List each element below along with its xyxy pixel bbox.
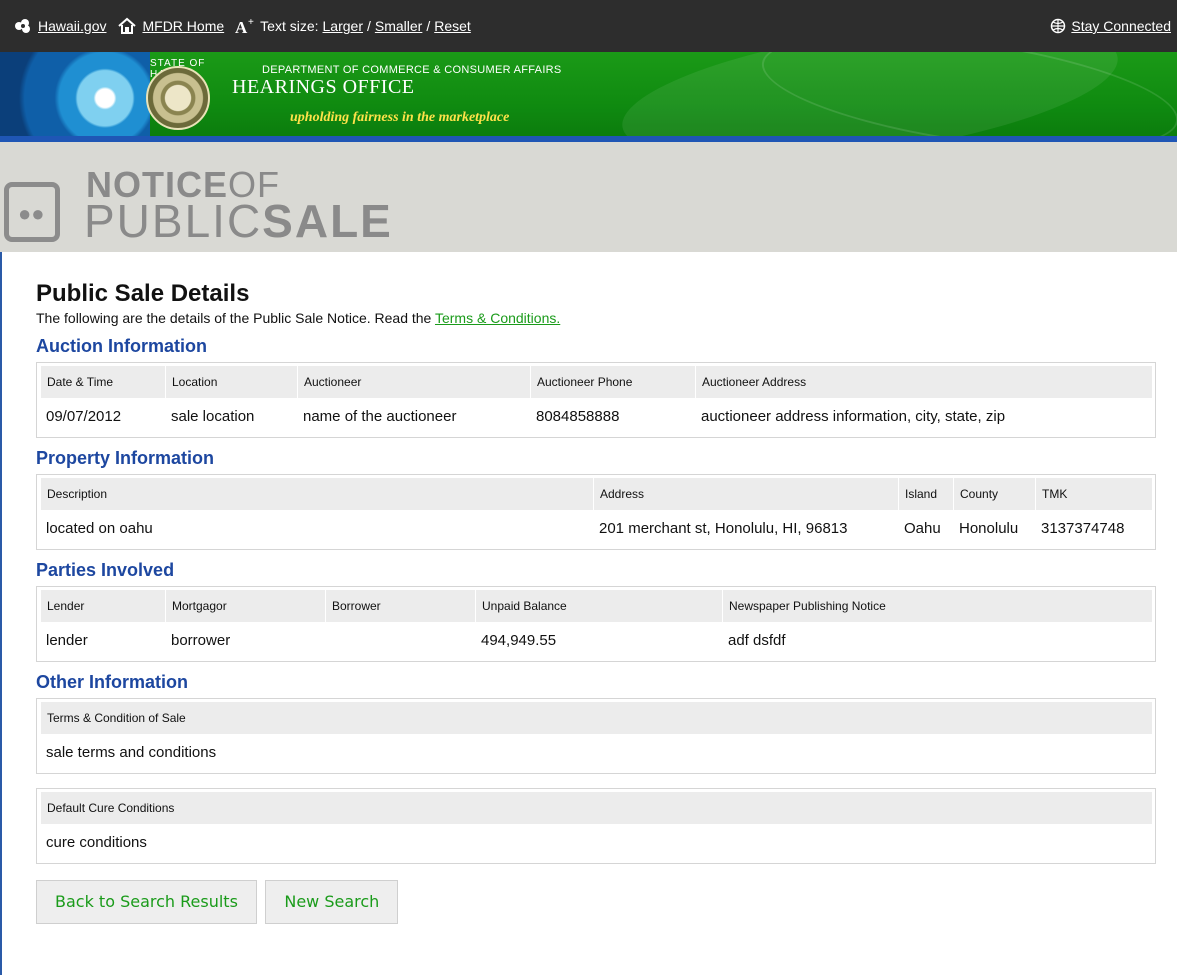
globe-icon bbox=[1049, 17, 1067, 35]
table-header-row: Date & Time Location Auctioneer Auctione… bbox=[40, 366, 1152, 398]
page-title: Public Sale Details bbox=[36, 280, 250, 307]
cure-conditions-table: Default Cure Conditions cure conditions bbox=[36, 788, 1156, 864]
department-name: DEPARTMENT OF COMMERCE & CONSUMER AFFAIR… bbox=[262, 64, 562, 76]
parties-involved-title: Parties Involved bbox=[36, 560, 175, 580]
table-cell: located on oahu bbox=[46, 519, 153, 537]
table-row: lender borrower 494,949.55 adf dsfdf bbox=[40, 622, 1152, 658]
text-size-controls: A + Text size: Larger / Smaller / Reset bbox=[234, 17, 471, 35]
table-cell: 09/07/2012 bbox=[46, 407, 122, 425]
terms-of-sale-table: Terms & Condition of Sale sale terms and… bbox=[36, 698, 1156, 774]
auction-info-table: Date & Time Location Auctioneer Auctione… bbox=[36, 362, 1156, 438]
column-header: Location bbox=[165, 366, 297, 398]
hawaii-gov-item: Hawaii.gov bbox=[12, 17, 106, 35]
home-item: MFDR Home bbox=[116, 17, 224, 35]
home-icon bbox=[116, 17, 138, 35]
column-header: Auctioneer bbox=[297, 366, 530, 398]
table-cell: 8084858888 bbox=[536, 407, 620, 425]
separator: / bbox=[366, 18, 371, 34]
new-search-button[interactable]: New Search bbox=[265, 880, 399, 924]
column-header: Unpaid Balance bbox=[475, 590, 722, 622]
main-content: Public Sale Details The following are th… bbox=[36, 280, 1156, 924]
column-header: Island bbox=[898, 478, 953, 510]
seal-icon bbox=[146, 66, 210, 130]
column-header: Borrower bbox=[325, 590, 475, 622]
column-header: TMK bbox=[1035, 478, 1152, 510]
table-cell: Oahu bbox=[904, 519, 941, 537]
table-row: located on oahu 201 merchant st, Honolul… bbox=[40, 510, 1152, 546]
table-header-row: Terms & Condition of Sale bbox=[40, 702, 1152, 734]
state-seal: STATE OF HAWAII bbox=[140, 58, 230, 134]
flower-icon bbox=[12, 17, 34, 35]
table-cell: borrower bbox=[171, 631, 231, 649]
column-header: Default Cure Conditions bbox=[40, 792, 1152, 824]
table-header-row: Description Address Island County TMK bbox=[40, 478, 1152, 510]
table-cell: 494,949.55 bbox=[481, 631, 557, 649]
table-header-row: Lender Mortgagor Borrower Unpaid Balance… bbox=[40, 590, 1152, 622]
stay-connected-link[interactable]: Stay Connected bbox=[1071, 18, 1171, 34]
table-cell: sale terms and conditions bbox=[46, 743, 217, 761]
auction-info-title: Auction Information bbox=[36, 336, 207, 356]
column-header: Terms & Condition of Sale bbox=[40, 702, 1152, 734]
property-info-table: Description Address Island County TMK lo… bbox=[36, 474, 1156, 550]
table-row: sale terms and conditions bbox=[40, 734, 1152, 770]
top-utility-bar: Hawaii.gov MFDR Home A + Text size: Large… bbox=[0, 0, 1177, 52]
stay-connected-item: Stay Connected bbox=[1049, 0, 1171, 52]
action-buttons: Back to Search Results New Search bbox=[36, 880, 1156, 924]
column-header: Auctioneer Address bbox=[695, 366, 1152, 398]
table-row: cure conditions bbox=[40, 824, 1152, 860]
hawaii-gov-link[interactable]: Hawaii.gov bbox=[38, 18, 106, 34]
text-size-icon: A + bbox=[234, 17, 256, 35]
wave-image bbox=[0, 52, 150, 136]
mfdr-home-link[interactable]: MFDR Home bbox=[142, 18, 224, 34]
document-people-icon: ●● bbox=[4, 182, 60, 242]
office-title: HEARINGS OFFICE bbox=[232, 76, 415, 98]
svg-text:+: + bbox=[248, 17, 254, 28]
column-header: Date & Time bbox=[40, 366, 165, 398]
people-icon: ●● bbox=[18, 201, 45, 226]
hearings-office-banner: STATE OF HAWAII DEPARTMENT OF COMMERCE &… bbox=[0, 52, 1177, 142]
table-row: 09/07/2012 sale location name of the auc… bbox=[40, 398, 1152, 434]
notice-of-public-sale-header: ●● NOTICEOF PUBLICSALE bbox=[0, 142, 1177, 252]
table-cell: Honolulu bbox=[959, 519, 1019, 537]
table-cell: name of the auctioneer bbox=[303, 407, 457, 425]
text-reset-link[interactable]: Reset bbox=[434, 18, 471, 34]
table-cell: lender bbox=[46, 631, 88, 649]
property-info-title: Property Information bbox=[36, 448, 215, 468]
table-header-row: Default Cure Conditions bbox=[40, 792, 1152, 824]
table-cell: auctioneer address information, city, st… bbox=[701, 407, 1006, 425]
svg-text:A: A bbox=[235, 18, 248, 35]
separator: / bbox=[426, 18, 431, 34]
table-cell: sale location bbox=[171, 407, 255, 425]
back-to-search-results-button[interactable]: Back to Search Results bbox=[36, 880, 257, 924]
text-smaller-link[interactable]: Smaller bbox=[375, 18, 422, 34]
table-cell: 3137374748 bbox=[1041, 519, 1125, 537]
table-cell: cure conditions bbox=[46, 833, 147, 851]
table-cell: 201 merchant st, Honolulu, HI, 96813 bbox=[599, 519, 848, 537]
column-header: County bbox=[953, 478, 1035, 510]
text-size-label: Text size: bbox=[260, 18, 319, 34]
column-header: Address bbox=[593, 478, 898, 510]
column-header: Auctioneer Phone bbox=[530, 366, 695, 398]
other-info-title: Other Information bbox=[36, 672, 188, 692]
terms-conditions-link[interactable]: Terms & Conditions. bbox=[435, 310, 560, 326]
column-header: Mortgagor bbox=[165, 590, 325, 622]
notice-line2: PUBLICSALE bbox=[84, 195, 393, 247]
column-header: Description bbox=[40, 478, 593, 510]
intro-text: The following are the details of the Pub… bbox=[36, 310, 561, 326]
table-cell: adf dsfdf bbox=[728, 631, 786, 649]
table-cell bbox=[325, 622, 475, 658]
office-slogan: upholding fairness in the marketplace bbox=[290, 110, 510, 125]
text-larger-link[interactable]: Larger bbox=[323, 18, 363, 34]
column-header: Lender bbox=[40, 590, 165, 622]
parties-involved-table: Lender Mortgagor Borrower Unpaid Balance… bbox=[36, 586, 1156, 662]
column-header: Newspaper Publishing Notice bbox=[722, 590, 1152, 622]
